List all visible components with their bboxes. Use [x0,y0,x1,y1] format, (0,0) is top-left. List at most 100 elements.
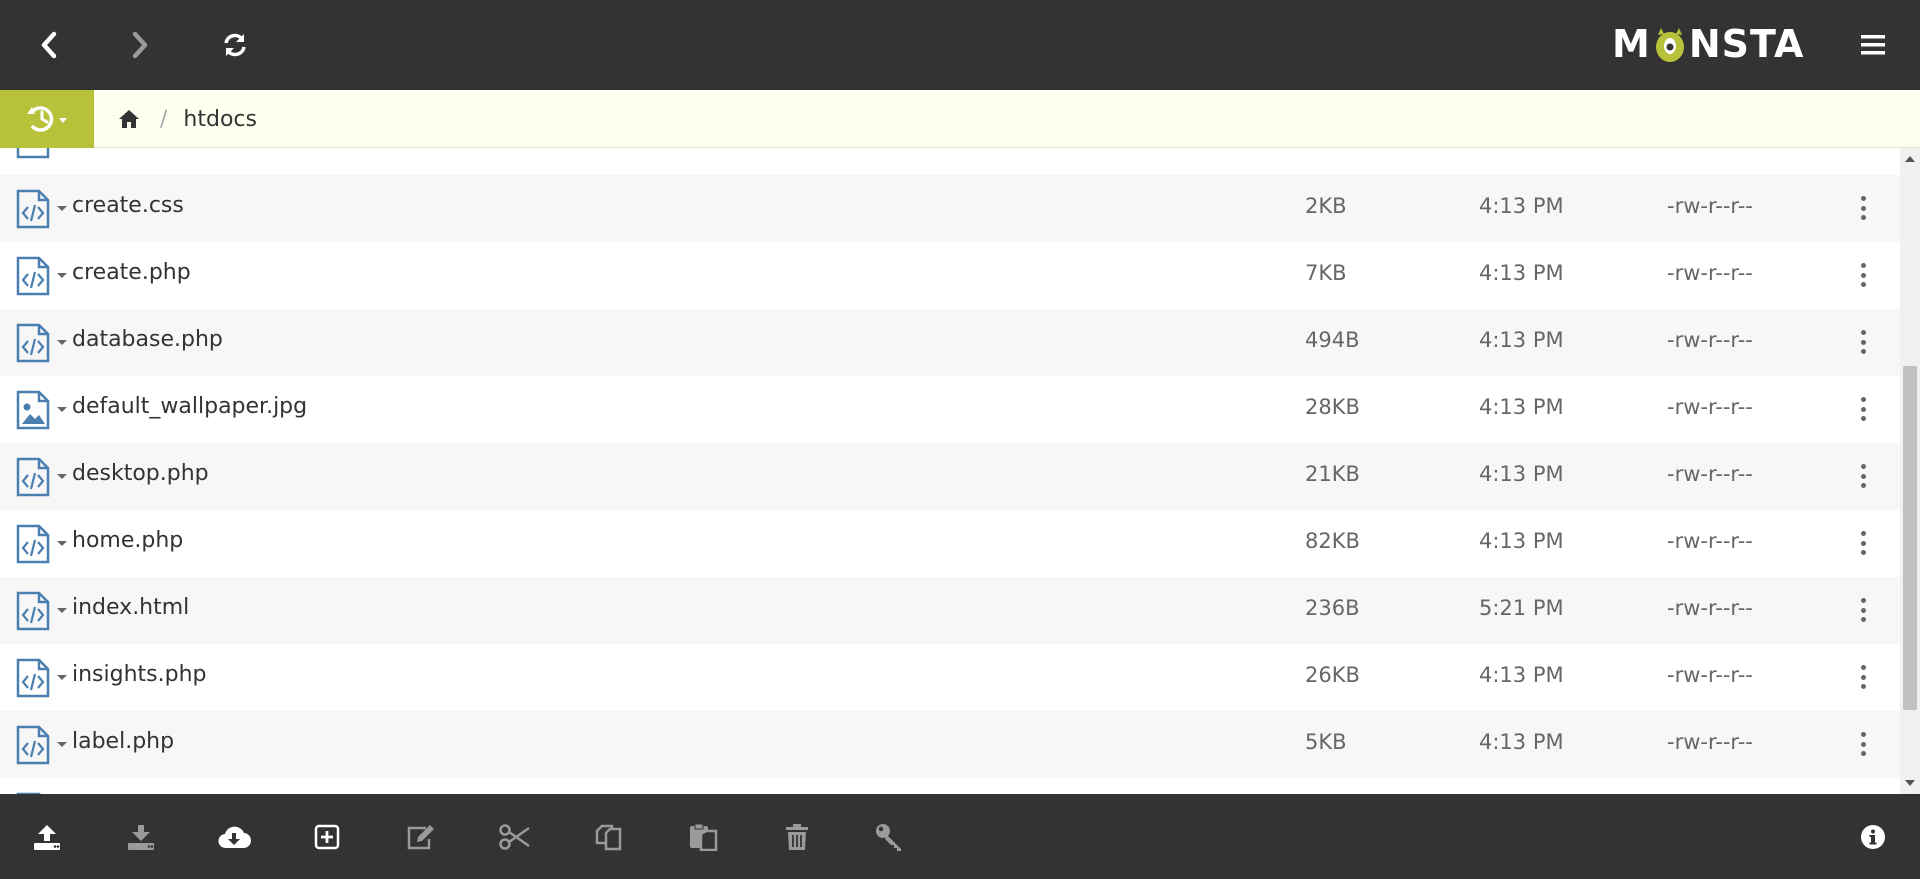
row-actions-button[interactable] [1855,393,1871,425]
code-file-icon [16,524,50,564]
file-row[interactable]: default_wallpaper.jpg 28KB 4:13 PM -rw-r… [0,376,1900,443]
row-dropdown-caret[interactable] [57,340,67,345]
history-button[interactable] [0,90,94,148]
menu-button[interactable] [1848,20,1898,70]
upload-button[interactable] [26,816,68,858]
file-permissions: -rw-r--r-- [1667,395,1753,419]
file-name[interactable]: create.css [72,193,184,218]
code-file-icon [16,725,50,765]
row-dropdown-caret[interactable] [57,273,67,278]
row-actions-button[interactable] [1855,259,1871,291]
row-actions-button[interactable] [1855,594,1871,626]
code-file-icon [16,457,50,497]
forward-button[interactable] [115,20,165,70]
file-permissions: -rw-r--r-- [1667,663,1753,687]
breadcrumb-current[interactable]: htdocs [183,107,257,132]
fetch-file-button[interactable] [213,816,255,858]
file-row[interactable]: create.php 7KB 4:13 PM -rw-r--r-- [0,242,1900,309]
row-actions-button[interactable] [1855,192,1871,224]
file-modified: 4:13 PM [1479,261,1564,285]
info-button[interactable] [1852,816,1894,858]
file-name[interactable]: desktop.php [72,461,209,486]
scroll-up-arrow[interactable] [1905,156,1915,162]
breadcrumb-home[interactable] [116,106,142,132]
edit-icon [407,825,434,850]
row-actions-button[interactable] [1855,460,1871,492]
logo-text-left: M [1612,22,1651,66]
breadcrumb-bar: / htdocs [0,90,1920,148]
row-dropdown-caret[interactable] [57,541,67,546]
download-icon [128,825,154,850]
scroll-down-arrow[interactable] [1905,780,1915,786]
row-dropdown-caret[interactable] [57,474,67,479]
file-name[interactable]: database.php [72,327,223,352]
file-row[interactable]: desktop.php 21KB 4:13 PM -rw-r--r-- [0,443,1900,510]
copy-button[interactable] [588,816,630,858]
file-name[interactable]: insights.php [72,662,207,687]
row-dropdown-caret[interactable] [57,608,67,613]
download-button[interactable] [120,816,162,858]
file-name[interactable]: index.html [72,595,189,620]
refresh-button[interactable] [210,20,260,70]
file-permissions: -rw-r--r-- [1667,261,1753,285]
edit-button[interactable] [400,816,442,858]
file-modified: 4:13 PM [1479,730,1564,754]
file-row[interactable]: insights.php 26KB 4:13 PM -rw-r--r-- [0,644,1900,711]
file-modified: 4:13 PM [1479,663,1564,687]
row-dropdown-caret[interactable] [57,675,67,680]
row-actions-button[interactable] [1855,661,1871,693]
scroll-thumb[interactable] [1903,366,1917,710]
file-permissions: -rw-r--r-- [1667,328,1753,352]
info-icon [1861,825,1885,849]
permissions-button[interactable] [868,816,910,858]
forward-icon [132,31,148,59]
paste-icon [690,823,718,851]
logo-monster-o [1653,27,1687,62]
code-file-icon [16,591,50,631]
delete-icon [786,824,808,850]
file-row[interactable]: index.html 236B 5:21 PM -rw-r--r-- [0,577,1900,644]
row-actions-button[interactable] [1855,728,1871,760]
code-file-icon [16,323,50,363]
delete-button[interactable] [776,816,818,858]
home-icon [119,110,139,128]
row-dropdown-caret[interactable] [57,742,67,747]
file-list-scrollbar[interactable] [1900,148,1920,794]
file-name[interactable]: home.php [72,528,183,553]
file-modified: 4:13 PM [1479,529,1564,553]
back-button[interactable] [24,20,74,70]
file-row[interactable]: home.php 82KB 4:13 PM -rw-r--r-- [0,510,1900,577]
file-modified: 4:13 PM [1479,194,1564,218]
paste-button[interactable] [682,816,724,858]
file-name[interactable]: create.php [72,260,191,285]
upload-icon [34,825,60,850]
file-size: 236B [1305,596,1360,620]
file-size: 21KB [1305,462,1360,486]
row-actions-button[interactable] [1855,326,1871,358]
file-row[interactable]: label.php 5KB 4:13 PM -rw-r--r-- [0,711,1900,778]
file-row-partial-top[interactable] [0,148,1900,172]
row-actions-button[interactable] [1855,527,1871,559]
file-modified: 4:13 PM [1479,328,1564,352]
top-bar: M NSTA [0,0,1920,90]
file-row[interactable]: database.php 494B 4:13 PM -rw-r--r-- [0,309,1900,376]
file-size: 7KB [1305,261,1347,285]
new-item-icon [314,824,340,850]
logo-text-right: NSTA [1688,22,1805,66]
file-size: 28KB [1305,395,1360,419]
row-dropdown-caret[interactable] [57,407,67,412]
breadcrumb: / htdocs [116,90,257,148]
file-row[interactable]: create.css 2KB 4:13 PM -rw-r--r-- [0,175,1900,242]
cut-button[interactable] [494,816,536,858]
file-permissions: -rw-r--r-- [1667,596,1753,620]
new-item-button[interactable] [306,816,348,858]
row-dropdown-caret[interactable] [57,206,67,211]
code-file-icon [16,256,50,296]
file-row-partial-bottom[interactable] [0,778,1900,794]
file-name[interactable]: default_wallpaper.jpg [72,394,307,419]
file-name[interactable]: label.php [72,729,174,754]
file-size: 26KB [1305,663,1360,687]
cloud-download-icon [218,826,251,849]
bottom-toolbar [0,794,1920,879]
file-modified: 5:21 PM [1479,596,1564,620]
